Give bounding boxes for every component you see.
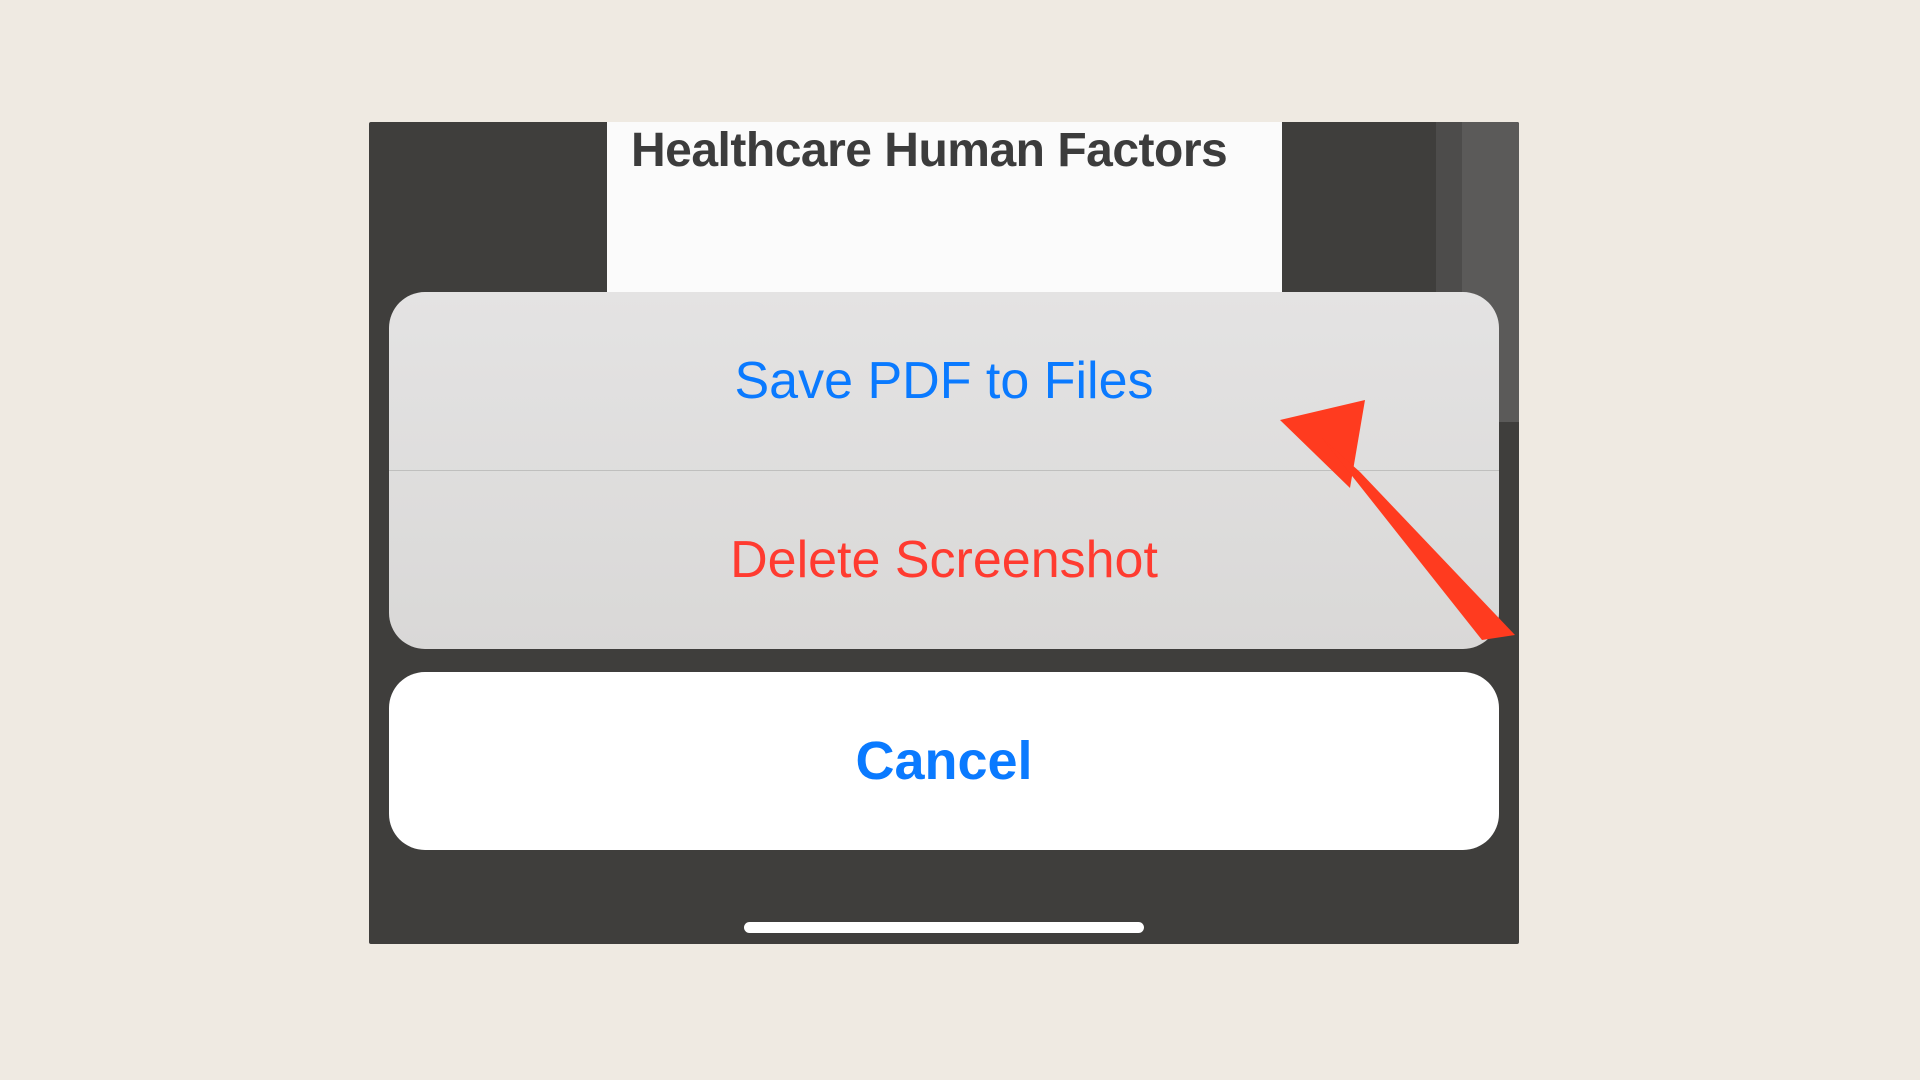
cancel-button[interactable]: Cancel (389, 672, 1499, 850)
phone-screen: Healthcare Human Factors Save PDF to Fil… (369, 122, 1519, 944)
home-indicator[interactable] (744, 922, 1144, 933)
stage: Healthcare Human Factors Save PDF to Fil… (0, 0, 1920, 1080)
action-option-label: Delete Screenshot (730, 530, 1158, 590)
background-document-title: Healthcare Human Factors (631, 126, 1258, 176)
action-sheet-options: Save PDF to Files Delete Screenshot (389, 292, 1499, 649)
cancel-label: Cancel (855, 730, 1032, 792)
save-pdf-to-files-button[interactable]: Save PDF to Files (389, 292, 1499, 470)
action-sheet-cancel: Cancel (389, 672, 1499, 850)
delete-screenshot-button[interactable]: Delete Screenshot (389, 470, 1499, 649)
action-option-label: Save PDF to Files (734, 351, 1153, 411)
